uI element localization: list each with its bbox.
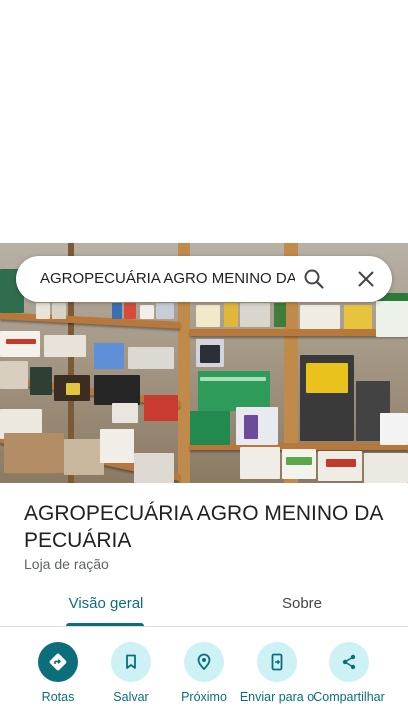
save-button[interactable]: Salvar [91,642,171,704]
share-icon[interactable] [329,642,369,682]
send-to-phone-icon[interactable] [257,642,297,682]
nearby-button[interactable]: Próximo [164,642,244,704]
place-title: AGROPECUÁRIA AGRO MENINO DA PECUÁRIA [24,502,383,552]
search-bar[interactable]: AGROPECUÁRIA AGRO MENINO DA PECUÁRIA [16,256,392,302]
close-icon[interactable] [354,267,378,291]
bookmark-icon[interactable] [111,642,151,682]
share-label: Compartilhar [313,690,385,704]
search-icon[interactable] [302,267,326,291]
directions-label: Rotas [41,690,75,704]
nearby-icon[interactable] [184,642,224,682]
tab-about[interactable]: Sobre [248,594,356,626]
tab-overview[interactable]: Visão geral [52,594,160,626]
send-to-phone-button[interactable]: Enviar para o [237,642,317,704]
directions-icon[interactable] [38,642,78,682]
send-to-phone-label: Enviar para o [239,690,315,704]
tab-divider [0,626,408,627]
directions-button[interactable]: Rotas [18,642,98,704]
blank-area [0,0,408,243]
save-label: Salvar [113,690,149,704]
place-category: Loja de ração [24,556,109,572]
nearby-label: Próximo [181,690,227,704]
search-input[interactable]: AGROPECUÁRIA AGRO MENINO DA PECUÁRIA [40,269,295,289]
share-button[interactable]: Compartilhar [309,642,389,704]
